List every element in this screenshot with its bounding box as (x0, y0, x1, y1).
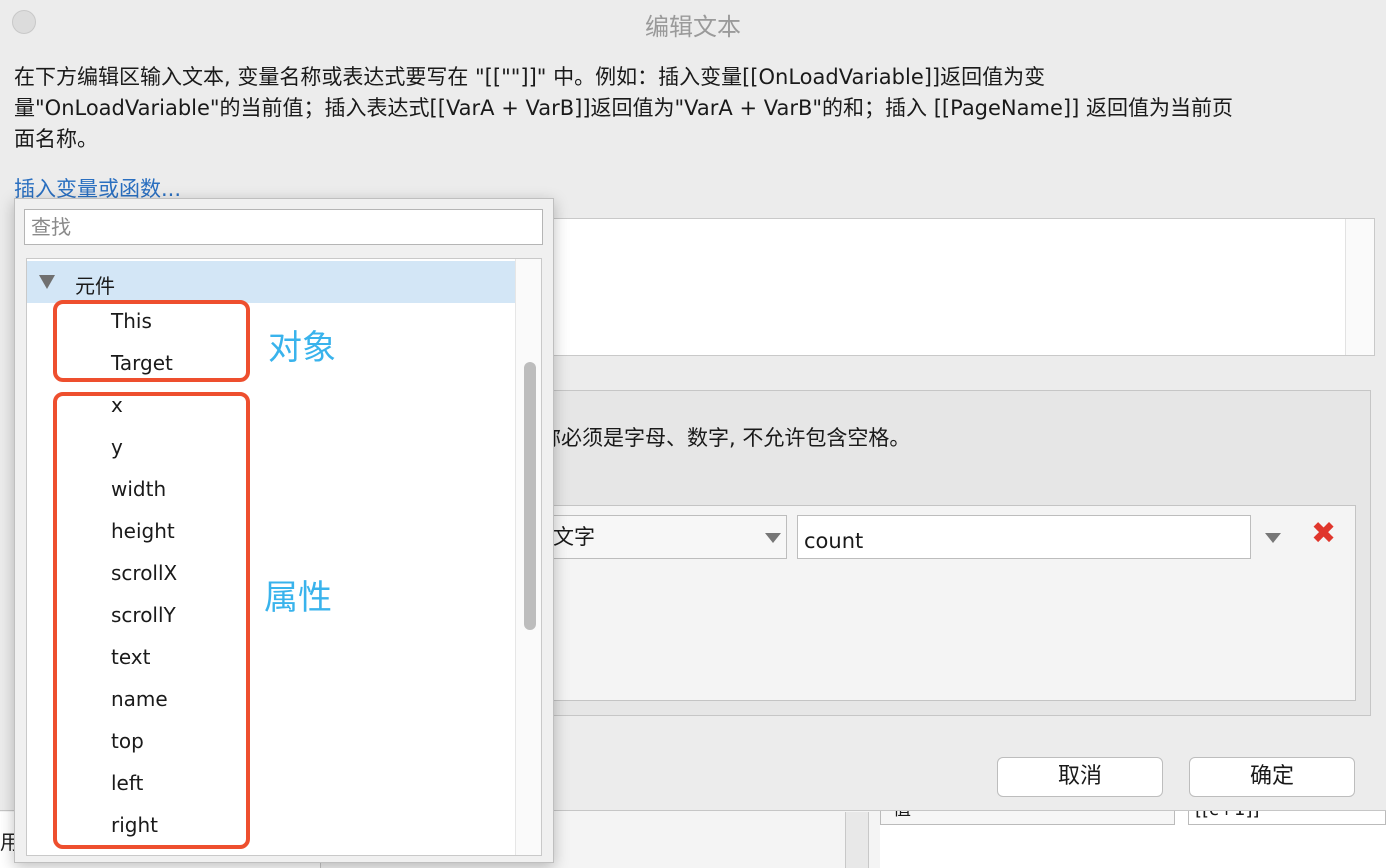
annotation-box-properties (53, 392, 250, 849)
tree-scrollbar[interactable] (515, 259, 541, 855)
annotation-label-properties: 属性 (264, 578, 332, 618)
text-editor-area[interactable] (520, 218, 1375, 356)
variable-value-text: count (804, 529, 864, 553)
scrollbar-thumb[interactable] (524, 362, 536, 630)
dialog-title: 编辑文本 (645, 13, 741, 41)
annotation-box-objects (53, 300, 250, 382)
variable-type-value: 文字 (553, 525, 595, 549)
instructions-text: 在下方编辑区输入文本, 变量名称或表达式要写在 "[[""]]" 中。例如：插入… (14, 62, 1374, 155)
instructions-line: 在下方编辑区输入文本, 变量名称或表达式要写在 "[[""]]" 中。例如：插入… (14, 65, 1046, 89)
chevron-down-icon[interactable] (1265, 533, 1281, 543)
search-input[interactable] (24, 209, 543, 245)
variable-name-hint: 称必须是字母、数字, 不允许包含空格。 (540, 426, 911, 450)
delete-icon[interactable]: ✖ (1311, 516, 1336, 552)
title-bar: 编辑文本 (0, 0, 1386, 46)
variable-value-field[interactable]: count (797, 515, 1251, 559)
cancel-button[interactable]: 取消 (997, 757, 1163, 797)
chevron-down-icon[interactable] (765, 533, 781, 543)
instructions-line: 量"OnLoadVariable"的当前值；插入表达式[[VarA + VarB… (14, 96, 1233, 120)
tree-group-widgets[interactable]: 元件 (27, 261, 515, 303)
disclosure-triangle-icon[interactable] (39, 275, 55, 289)
ok-button[interactable]: 确定 (1189, 757, 1355, 797)
editor-scrollbar[interactable] (1345, 219, 1374, 355)
variable-type-select[interactable]: 文字 (540, 515, 787, 559)
tree-group-label: 元件 (75, 274, 115, 298)
background-splitter (845, 812, 869, 868)
annotation-label-objects: 对象 (268, 328, 336, 368)
instructions-line: 面名称。 (14, 127, 98, 151)
